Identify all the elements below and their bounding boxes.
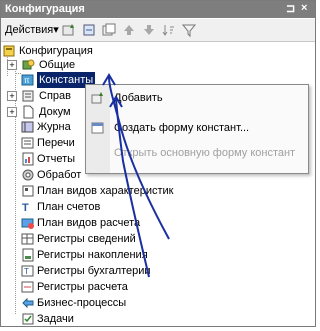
annotation-arrows [102,73,170,278]
configuration-window: Конфигурация ⊐ × Действия▾ Конфигурация … [0,0,316,327]
